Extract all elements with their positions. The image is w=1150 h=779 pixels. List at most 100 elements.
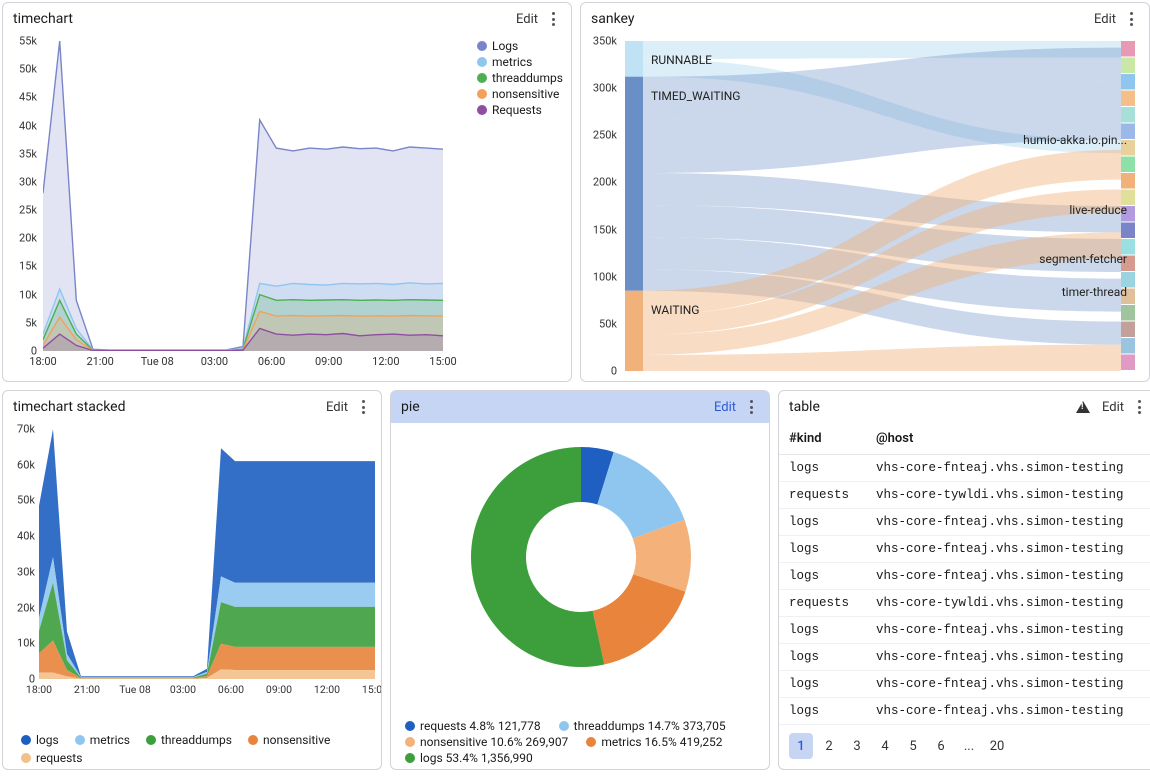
y-tick: 50k (7, 63, 37, 76)
table-cell: vhs-core-tywldi.vhs.simon-testing (866, 590, 1150, 617)
legend-item[interactable]: requests 4.8% 121,778 (405, 719, 541, 733)
table-cell: logs (779, 563, 866, 590)
page-button[interactable]: 1 (789, 733, 813, 759)
y-tick: 15k (7, 260, 37, 273)
y-tick: 10k (5, 637, 35, 650)
pie-plot (461, 437, 701, 677)
more-icon[interactable] (1132, 400, 1147, 414)
legend-item[interactable]: logs 53.4% 1,356,990 (405, 751, 533, 765)
sankey-target-label: live-reduce (1069, 203, 1127, 217)
table-cell: vhs-core-fnteaj.vhs.simon-testing (866, 563, 1150, 590)
sankey-target-label: humio-akka.io.pin... (1023, 133, 1127, 147)
page-button[interactable]: 2 (817, 733, 841, 759)
more-icon[interactable] (744, 400, 759, 414)
table-row[interactable]: logsvhs-core-fnteaj.vhs.simon-testing (779, 536, 1150, 563)
stacked-plot (39, 429, 375, 679)
page-button[interactable]: 4 (873, 733, 897, 759)
sankey-target-label: timer-thread (1062, 285, 1127, 299)
table-row[interactable]: logsvhs-core-fnteaj.vhs.simon-testing (779, 563, 1150, 590)
page-button[interactable]: 20 (985, 733, 1009, 759)
y-tick: 10k (7, 288, 37, 301)
edit-button[interactable]: Edit (326, 400, 348, 415)
y-tick: 350k (587, 35, 617, 48)
y-tick: 20k (5, 601, 35, 614)
sankey-source-label: RUNNABLE (651, 53, 712, 67)
data-table: #kind@host logsvhs-core-fnteaj.vhs.simon… (779, 423, 1150, 725)
legend-item[interactable]: metrics (477, 55, 563, 69)
table-cell: requests (779, 590, 866, 617)
table-header-row: #kind@host (779, 423, 1150, 455)
x-tick: 06:00 (218, 683, 244, 696)
table-cell: logs (779, 698, 866, 725)
x-tick: 15:00 (429, 355, 456, 368)
legend-item[interactable]: requests (21, 751, 82, 765)
legend-item[interactable]: threaddumps 14.7% 373,705 (559, 719, 726, 733)
panel-pie: pie Edit requests 4.8% 121,778 threaddump… (390, 390, 770, 770)
panel-table: table Edit #kind@host logsvhs-core-fntea… (778, 390, 1150, 770)
table-cell: vhs-core-fnteaj.vhs.simon-testing (866, 671, 1150, 698)
legend-item[interactable]: threaddumps (146, 733, 232, 747)
panel-header: pie Edit (391, 391, 769, 423)
panel-title: sankey (591, 11, 1086, 27)
table-row[interactable]: logsvhs-core-fnteaj.vhs.simon-testing (779, 509, 1150, 536)
panel-title: table (789, 399, 1068, 415)
x-tick: 12:00 (372, 355, 399, 368)
legend-item[interactable]: Logs (477, 39, 563, 53)
more-icon[interactable] (356, 400, 371, 414)
x-tick: 03:00 (170, 683, 196, 696)
legend-item[interactable]: nonsensitive 10.6% 269,907 (405, 735, 568, 749)
sankey-body: 050k100k150k200k250k300k350k RUNNABLETIM… (581, 35, 1149, 381)
legend-item[interactable]: nonsensitive (248, 733, 330, 747)
page-button[interactable]: 5 (901, 733, 925, 759)
x-tick: Tue 08 (141, 355, 174, 368)
legend-item[interactable]: metrics 16.5% 419,252 (586, 735, 722, 749)
edit-button[interactable]: Edit (714, 400, 736, 415)
y-tick: 30k (7, 175, 37, 188)
y-tick: 40k (7, 119, 37, 132)
y-tick: 200k (587, 176, 617, 189)
legend-item[interactable]: nonsensitive (477, 87, 563, 101)
table-cell: logs (779, 455, 866, 482)
y-tick: 50k (587, 317, 617, 330)
table-row[interactable]: logsvhs-core-fnteaj.vhs.simon-testing (779, 455, 1150, 482)
sankey-source-label: WAITING (651, 303, 699, 317)
column-header[interactable]: @host (866, 423, 1150, 455)
y-tick: 30k (5, 565, 35, 578)
table-row[interactable]: logsvhs-core-fnteaj.vhs.simon-testing (779, 671, 1150, 698)
timechart-body: 05k10k15k20k25k30k35k40k45k50k55k 18:002… (3, 35, 571, 381)
table-cell: requests (779, 482, 866, 509)
y-tick: 40k (5, 530, 35, 543)
x-tick: 06:00 (258, 355, 285, 368)
edit-button[interactable]: Edit (1102, 400, 1124, 415)
sankey-source-label: TIMED_WAITING (651, 89, 740, 103)
y-tick: 60k (5, 458, 35, 471)
stacked-body: 010k20k30k40k50k60k70k 18:0021:00Tue 080… (3, 423, 381, 769)
y-tick: 300k (587, 82, 617, 95)
column-header[interactable]: #kind (779, 423, 866, 455)
legend-item[interactable]: logs (21, 733, 59, 747)
table-cell: logs (779, 509, 866, 536)
table-cell: vhs-core-fnteaj.vhs.simon-testing (866, 698, 1150, 725)
x-tick: 18:00 (26, 683, 52, 696)
edit-button[interactable]: Edit (516, 12, 538, 27)
page-button[interactable]: 6 (929, 733, 953, 759)
table-row[interactable]: logsvhs-core-fnteaj.vhs.simon-testing (779, 617, 1150, 644)
table-row[interactable]: requestsvhs-core-tywldi.vhs.simon-testin… (779, 482, 1150, 509)
more-icon[interactable] (1124, 12, 1139, 26)
panel-title: timechart (13, 11, 508, 27)
panel-timechart-stacked: timechart stacked Edit 010k20k30k40k50k6… (2, 390, 382, 770)
page-button[interactable]: 3 (845, 733, 869, 759)
warning-icon (1076, 401, 1090, 413)
table-cell: logs (779, 617, 866, 644)
more-icon[interactable] (546, 12, 561, 26)
table-row[interactable]: requestsvhs-core-tywldi.vhs.simon-testin… (779, 590, 1150, 617)
legend-item[interactable]: metrics (75, 733, 130, 747)
table-row[interactable]: logsvhs-core-fnteaj.vhs.simon-testing (779, 698, 1150, 725)
panel-header: table Edit (779, 391, 1150, 423)
legend-item[interactable]: Requests (477, 103, 563, 117)
edit-button[interactable]: Edit (1094, 12, 1116, 27)
table-row[interactable]: logsvhs-core-fnteaj.vhs.simon-testing (779, 644, 1150, 671)
y-tick: 0 (587, 365, 617, 378)
legend-item[interactable]: threaddumps (477, 71, 563, 85)
panel-header: sankey Edit (581, 3, 1149, 35)
